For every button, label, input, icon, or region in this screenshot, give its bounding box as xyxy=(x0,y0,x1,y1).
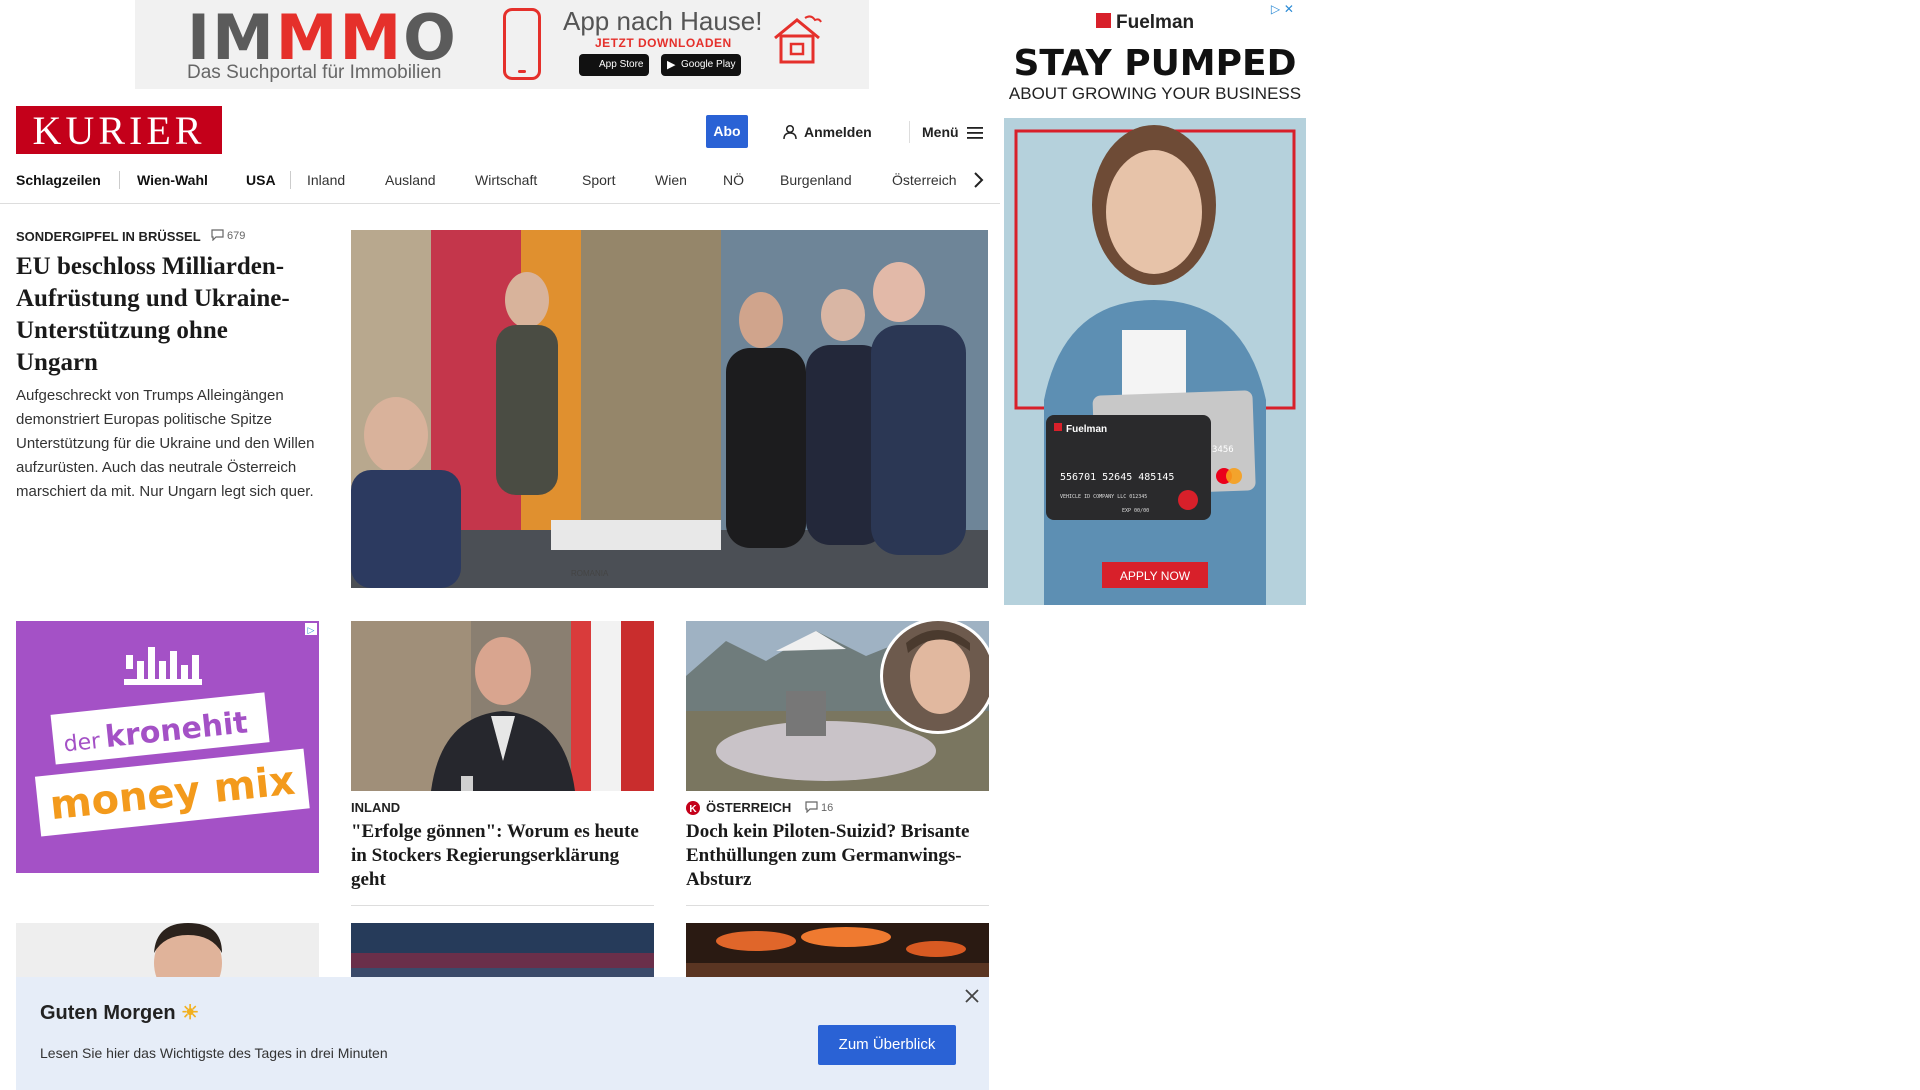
svg-text:EXP 00/00: EXP 00/00 xyxy=(1122,508,1149,514)
stadium-photo xyxy=(351,923,654,983)
card-divider xyxy=(686,905,989,906)
hamburger-icon xyxy=(966,127,983,139)
chevron-right-icon[interactable] xyxy=(970,169,986,191)
menu-label: Menü xyxy=(922,124,959,140)
nav-item-usa[interactable]: USA xyxy=(246,168,276,192)
svg-text:ROMANIA: ROMANIA xyxy=(571,569,609,578)
phone-icon xyxy=(503,8,541,80)
abo-button[interactable]: Abo xyxy=(706,115,748,148)
lead-kicker[interactable]: SONDERGIPFEL IN BRÜSSEL xyxy=(16,229,201,244)
kurier-plus-icon: K xyxy=(686,801,700,815)
comment-icon xyxy=(805,801,818,814)
card-image-germanwings[interactable] xyxy=(686,621,989,791)
nav-divider-line xyxy=(0,203,1000,204)
lead-teaser[interactable]: Aufgeschreckt von Trumps Alleingängen de… xyxy=(16,384,318,504)
svg-text:VEHICLE ID COMPANY LLC 012345: VEHICLE ID COMPANY LLC 012345 xyxy=(1060,494,1147,500)
card-divider xyxy=(351,905,654,906)
restaurant-photo xyxy=(686,923,989,983)
card-image-restaurant[interactable] xyxy=(686,923,989,983)
nav-item-wien[interactable]: Wien xyxy=(655,168,687,192)
ad-headline: App nach Hause! xyxy=(563,6,763,36)
play-icon: ▶ xyxy=(667,59,676,71)
svg-text:Fuelman: Fuelman xyxy=(1116,12,1194,33)
svg-text:556701 52645 485145: 556701 52645 485145 xyxy=(1060,472,1174,483)
top-banner-ad[interactable]: IMMMO Das Suchportal für Immobilien App … xyxy=(135,0,869,89)
overview-button[interactable]: Zum Überblick xyxy=(818,1025,956,1065)
nav-item-burgenland[interactable]: Burgenland xyxy=(780,168,852,192)
google-play-badge[interactable]: ▶ Google Play xyxy=(661,54,742,76)
card-kicker[interactable]: ÖSTERREICH xyxy=(706,800,791,815)
card-headline[interactable]: "Erfolge gönnen": Worum es heute in Stoc… xyxy=(351,820,654,892)
nav-item-wien-wahl[interactable]: Wien-Wahl xyxy=(137,168,208,192)
card-image-stadium[interactable] xyxy=(351,923,654,983)
kronehit-ad[interactable]: ▷ der kronehit money mix xyxy=(16,621,319,873)
nav-item-noe[interactable]: NÖ xyxy=(723,168,744,192)
stocker-photo xyxy=(351,621,654,791)
morning-title: Guten Morgen ☀ xyxy=(40,1002,200,1024)
nav-item-oesterreich[interactable]: Österreich xyxy=(892,168,957,192)
nav-item-schlagzeilen[interactable]: Schlagzeilen xyxy=(16,168,101,192)
svg-text:K: K xyxy=(689,804,697,815)
svg-text:der: der xyxy=(62,729,102,758)
ad-tagline: Das Suchportal für Immobilien xyxy=(187,62,442,83)
eu-summit-photo: ROMANIA xyxy=(351,230,988,588)
comment-icon xyxy=(211,229,224,242)
svg-text:3456: 3456 xyxy=(1212,445,1234,455)
nav-divider xyxy=(119,171,120,189)
svg-text:APPLY NOW: APPLY NOW xyxy=(1120,569,1191,583)
svg-text:▷: ▷ xyxy=(308,626,315,636)
fuelman-side-ad[interactable]: Fuelman STAY PUMPED ABOUT GROWING YOUR B… xyxy=(1004,0,1306,605)
lead-comment-count[interactable]: 679 xyxy=(211,229,245,242)
svg-text:STAY PUMPED: STAY PUMPED xyxy=(1013,43,1296,84)
nav-item-wirtschaft[interactable]: Wirtschaft xyxy=(475,168,537,192)
card-image-stocker[interactable] xyxy=(351,621,654,791)
user-icon xyxy=(783,124,797,140)
card-comment-count[interactable]: 16 xyxy=(805,801,833,814)
close-icon[interactable] xyxy=(962,986,982,1006)
lead-headline[interactable]: EU beschloss Milliarden-Aufrüstung und U… xyxy=(16,251,316,379)
nav-item-sport[interactable]: Sport xyxy=(582,168,615,192)
fuelman-ad-graphic: Fuelman STAY PUMPED ABOUT GROWING YOUR B… xyxy=(1004,0,1306,605)
menu-button[interactable]: Menü xyxy=(922,116,983,148)
login-label: Anmelden xyxy=(804,124,872,140)
section-nav: Schlagzeilen Wien-Wahl USA Inland Auslan… xyxy=(16,168,996,192)
lead-image[interactable]: ROMANIA xyxy=(351,230,988,588)
card-headline[interactable]: Doch kein Piloten-Suizid? Brisante Enthü… xyxy=(686,820,989,892)
header-divider xyxy=(909,121,910,143)
kurier-logo[interactable]: KURIER xyxy=(16,106,222,154)
house-icon xyxy=(774,15,822,64)
nav-divider xyxy=(290,171,291,189)
login-button[interactable]: Anmelden xyxy=(782,116,872,148)
sun-icon: ☀ xyxy=(181,1002,200,1024)
portrait-photo xyxy=(16,923,319,983)
nav-item-ausland[interactable]: Ausland xyxy=(385,168,436,192)
svg-text:ABOUT GROWING YOUR BUSINESS: ABOUT GROWING YOUR BUSINESS xyxy=(1009,84,1301,103)
morning-text: Lesen Sie hier das Wichtigste des Tages … xyxy=(40,1045,388,1061)
card-kicker[interactable]: INLAND xyxy=(351,800,400,815)
svg-text:Fuelman: Fuelman xyxy=(1066,424,1107,435)
germanwings-photo xyxy=(686,621,989,791)
app-store-badge[interactable]: App Store xyxy=(579,54,650,76)
kronehit-ad-graphic: ▷ der kronehit money mix xyxy=(16,621,319,873)
nav-item-inland[interactable]: Inland xyxy=(307,168,345,192)
svg-text:▷ ✕: ▷ ✕ xyxy=(1271,2,1294,16)
ad-subline: JETZT DOWNLOADEN xyxy=(595,36,732,50)
card-image-portrait[interactable] xyxy=(16,923,319,983)
